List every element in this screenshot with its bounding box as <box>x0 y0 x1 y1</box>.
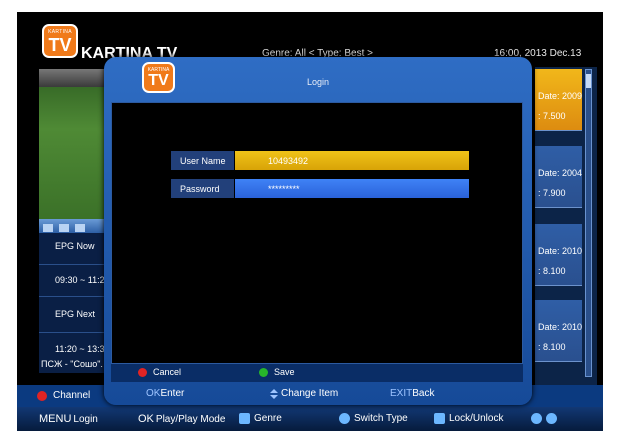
folder-icon <box>239 413 250 424</box>
channel-scrollbar[interactable] <box>585 69 592 377</box>
help-extra[interactable] <box>531 413 561 424</box>
help-ok[interactable]: OK Play/Play Mode <box>138 413 225 425</box>
username-label: User Name <box>171 151 234 170</box>
up-down-arrows-icon <box>270 388 278 399</box>
help-menu[interactable]: MENU Login <box>39 413 98 425</box>
channel-card[interactable]: Date: 2010 : 8.100 <box>535 224 582 286</box>
dpad-icon <box>339 413 350 424</box>
username-field[interactable]: 10493492 <box>235 151 469 170</box>
epg-now-time: 09:30 ~ 11:2 <box>55 275 105 285</box>
epg-program-title: ПСЖ - "Сошо". <box>41 359 103 369</box>
channel-card[interactable]: Date: 2009 : 7.500 <box>535 69 582 131</box>
channel-card[interactable]: Date: 2010 : 8.100 <box>535 300 582 362</box>
help-switch-type[interactable]: Switch Type <box>339 413 408 424</box>
channel-card[interactable]: Date: 2004 : 7.900 <box>535 146 582 208</box>
dialog-logo: KARTINA TV <box>142 62 175 93</box>
password-label: Password <box>171 179 234 198</box>
tv-screen: KARTINA TV KARTINA TV Genre: All < Type:… <box>17 12 603 431</box>
pause-icon[interactable] <box>75 224 85 232</box>
epg-now-label: EPG Now <box>55 241 95 251</box>
change-item-hint[interactable]: Change Item <box>269 388 338 399</box>
dialog-body <box>111 102 523 364</box>
help-genre[interactable]: Genre <box>239 413 282 424</box>
play-icon[interactable] <box>43 224 53 232</box>
epg-next-time: 11:20 ~ 13:3 <box>55 344 105 354</box>
help-lock[interactable]: Lock/Unlock <box>434 413 503 424</box>
red-button-icon <box>37 390 47 401</box>
cancel-button[interactable]: Cancel <box>138 367 181 377</box>
password-field[interactable]: ********* <box>235 179 469 198</box>
info-icon <box>546 413 557 424</box>
save-button[interactable]: Save <box>259 367 295 377</box>
search-icon <box>531 413 542 424</box>
kartina-logo: KARTINA TV <box>42 24 78 58</box>
red-button-icon <box>138 367 147 377</box>
stop-icon[interactable] <box>59 224 69 232</box>
help-bar <box>17 407 603 431</box>
exit-back-hint[interactable]: EXIT Back <box>390 388 434 399</box>
logo-big-text: TV <box>48 35 72 55</box>
epg-next-label: EPG Next <box>55 309 96 319</box>
red-key-channel[interactable]: Channel <box>37 390 90 401</box>
ok-enter-hint[interactable]: OK Enter <box>146 388 184 399</box>
video-preview <box>39 69 114 219</box>
playback-controls[interactable] <box>39 219 114 233</box>
lock-icon <box>434 413 445 424</box>
green-button-icon <box>259 367 268 377</box>
dialog-title: Login <box>307 77 330 87</box>
